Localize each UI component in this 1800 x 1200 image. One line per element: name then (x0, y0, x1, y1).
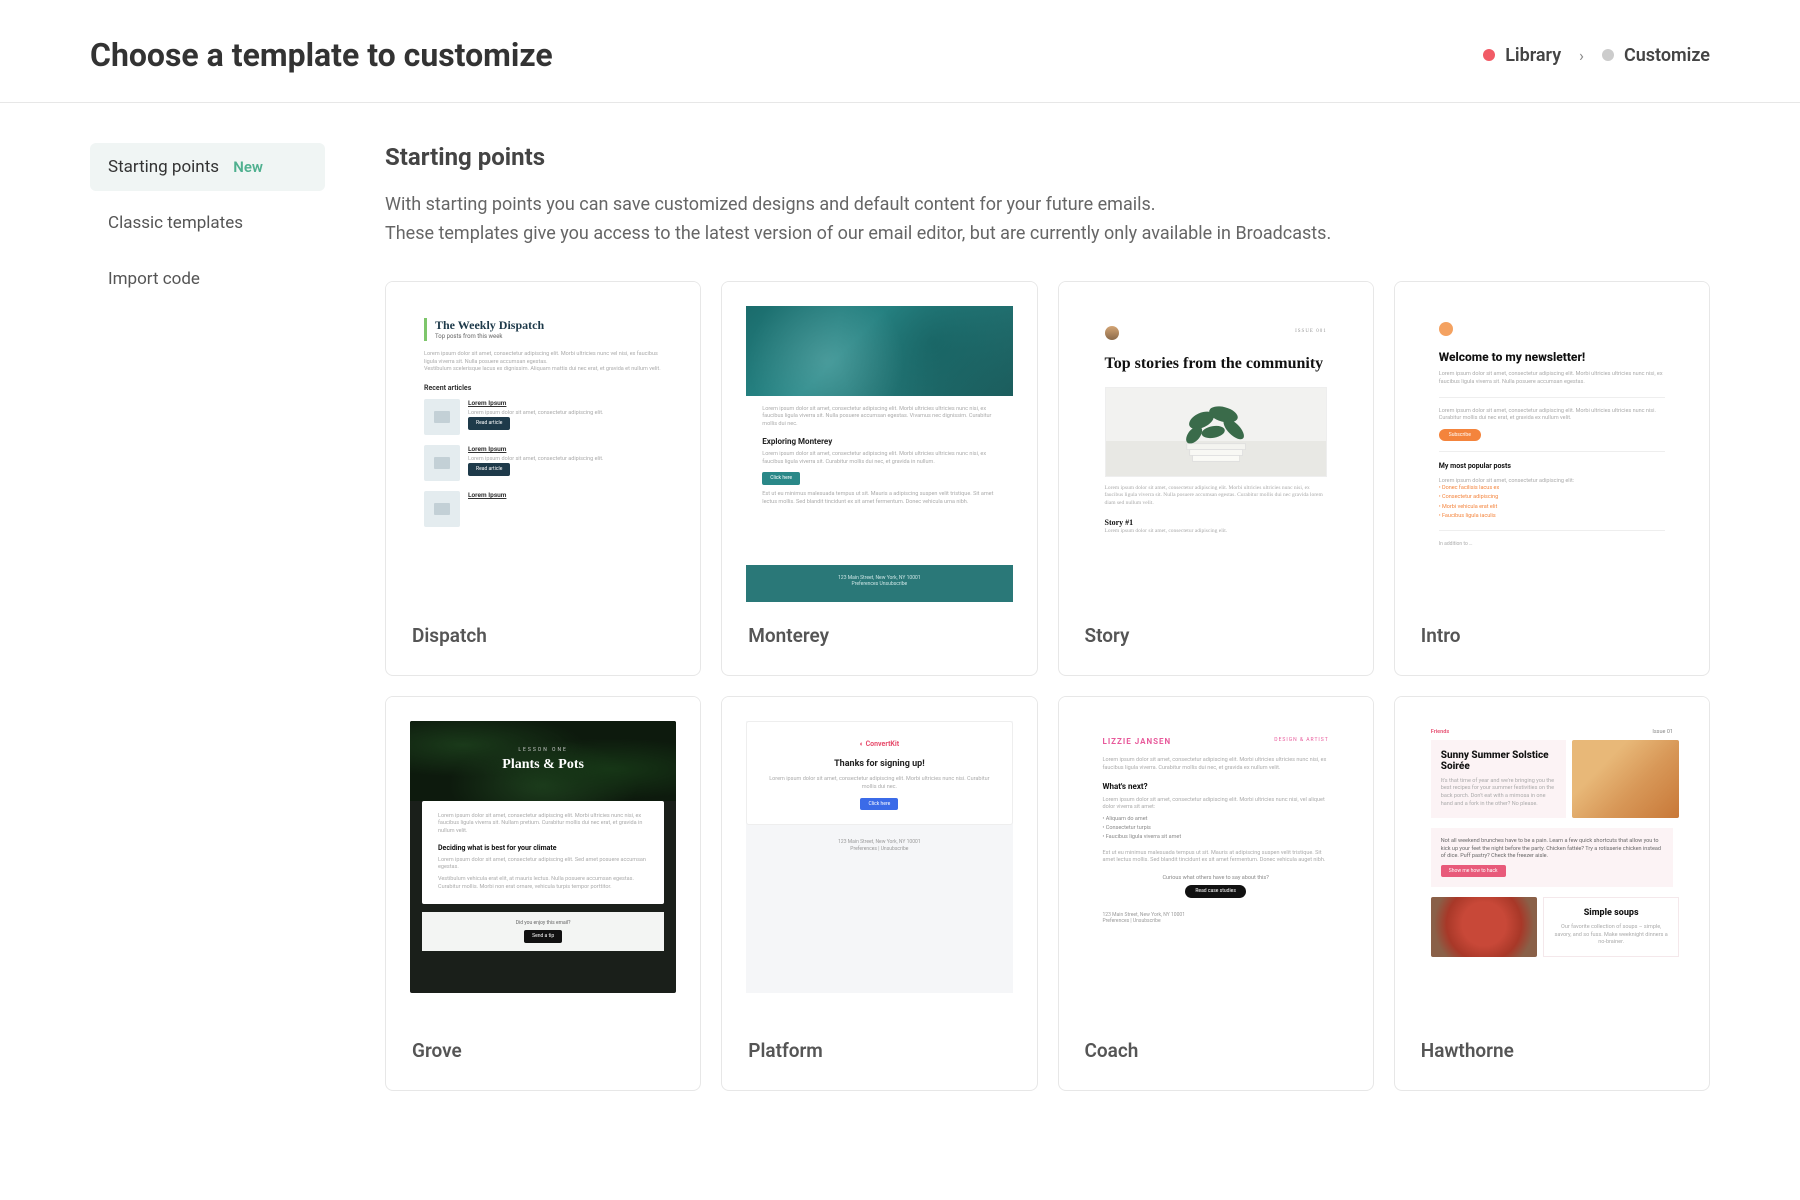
breadcrumb-customize[interactable]: Customize (1602, 45, 1710, 66)
soup-image-icon (1431, 897, 1538, 957)
template-card-hawthorne[interactable]: Friends Issue 01 Sunny Summer Solstice S… (1394, 696, 1710, 1091)
avatar-icon (1105, 326, 1119, 340)
template-preview: LIZZIE JANSEN DESIGN & ARTIST Lorem ipsu… (1059, 697, 1373, 1017)
breadcrumb-label: Customize (1624, 45, 1710, 66)
image-placeholder-icon (424, 491, 460, 527)
template-preview: The Weekly Dispatch Top posts from this … (386, 282, 700, 602)
template-name: Grove (386, 1017, 700, 1090)
food-image-icon (1572, 740, 1679, 819)
image-placeholder-icon (424, 445, 460, 481)
template-name: Hawthorne (1395, 1017, 1709, 1090)
template-card-platform[interactable]: ConvertKit Thanks for signing up! Lorem … (721, 696, 1037, 1091)
step-dot-inactive-icon (1602, 49, 1614, 61)
section-description: With starting points you can save custom… (385, 191, 1710, 249)
template-card-monterey[interactable]: Lorem ipsum dolor sit amet, consectetur … (721, 281, 1037, 676)
badge-new: New (233, 158, 263, 176)
template-preview: Lorem ipsum dolor sit amet, consectetur … (722, 282, 1036, 602)
image-placeholder-icon (424, 399, 460, 435)
sidebar-item-starting-points[interactable]: Starting points New (90, 143, 325, 191)
template-card-intro[interactable]: Welcome to my newsletter! Lorem ipsum do… (1394, 281, 1710, 676)
sidebar-item-label: Classic templates (108, 213, 243, 233)
template-card-coach[interactable]: LIZZIE JANSEN DESIGN & ARTIST Lorem ipsu… (1058, 696, 1374, 1091)
page-title: Choose a template to customize (90, 36, 553, 74)
sidebar: Starting points New Classic templates Im… (90, 143, 325, 1091)
template-preview: ISSUE 001 Top stories from the community (1059, 282, 1373, 602)
section-title: Starting points (385, 143, 1710, 171)
sidebar-item-label: Import code (108, 269, 200, 289)
plant-image-icon (1106, 388, 1326, 476)
brand-dot-icon (1439, 322, 1453, 336)
step-dot-active-icon (1483, 49, 1495, 61)
chevron-right-icon: › (1579, 46, 1584, 65)
sidebar-item-import-code[interactable]: Import code (90, 255, 325, 303)
template-name: Platform (722, 1017, 1036, 1090)
template-preview: Welcome to my newsletter! Lorem ipsum do… (1395, 282, 1709, 602)
template-card-grove[interactable]: LESSON ONE Plants & Pots Lorem ipsum dol… (385, 696, 701, 1091)
template-card-story[interactable]: ISSUE 001 Top stories from the community (1058, 281, 1374, 676)
breadcrumb-label: Library (1505, 45, 1561, 66)
breadcrumb-library[interactable]: Library (1483, 45, 1561, 66)
convertkit-logo-icon: ConvertKit (767, 740, 991, 749)
template-name: Monterey (722, 602, 1036, 675)
template-preview: Friends Issue 01 Sunny Summer Solstice S… (1395, 697, 1709, 1017)
template-name: Story (1059, 602, 1373, 675)
template-name: Dispatch (386, 602, 700, 675)
sidebar-item-classic-templates[interactable]: Classic templates (90, 199, 325, 247)
breadcrumb: Library › Customize (1483, 45, 1710, 66)
template-name: Coach (1059, 1017, 1373, 1090)
template-grid: The Weekly Dispatch Top posts from this … (385, 281, 1710, 1091)
template-preview: ConvertKit Thanks for signing up! Lorem … (722, 697, 1036, 1017)
template-name: Intro (1395, 602, 1709, 675)
template-preview: LESSON ONE Plants & Pots Lorem ipsum dol… (386, 697, 700, 1017)
sidebar-item-label: Starting points (108, 157, 219, 177)
template-card-dispatch[interactable]: The Weekly Dispatch Top posts from this … (385, 281, 701, 676)
